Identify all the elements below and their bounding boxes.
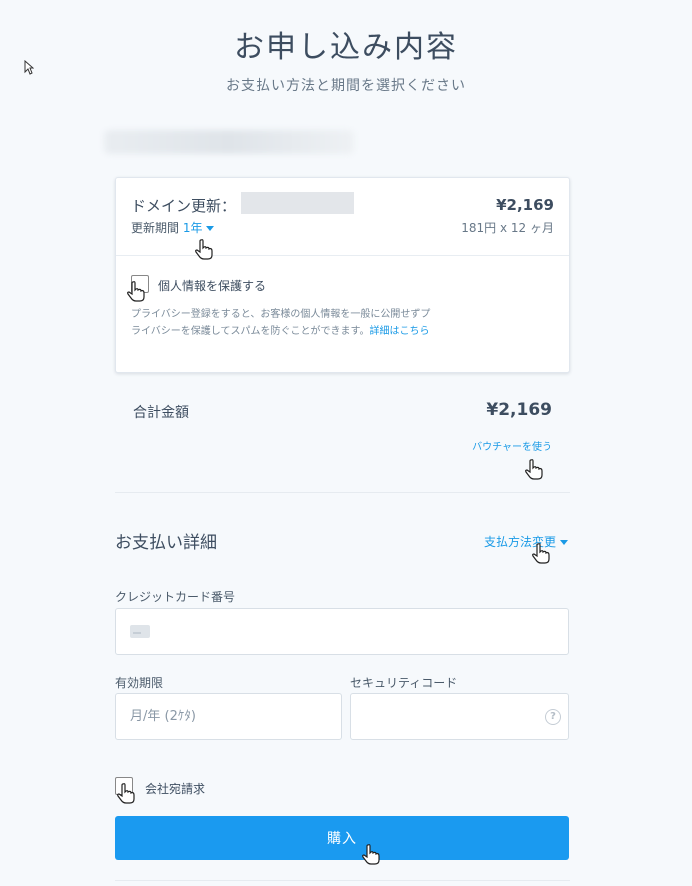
blurred-domain-name <box>104 130 354 154</box>
period-value: 1年 <box>182 221 203 235</box>
company-billing-checkbox[interactable] <box>115 777 133 795</box>
voucher-link[interactable]: バウチャーを使う <box>472 438 552 453</box>
page-subtitle: お支払い方法と期間を選択ください <box>226 78 466 94</box>
change-payment-method[interactable]: 支払方法変更 <box>484 533 568 550</box>
chevron-down-icon <box>560 540 568 545</box>
renewal-label: ドメイン更新： <box>131 197 237 215</box>
card-number-label: クレジットカード番号 <box>115 590 236 604</box>
privacy-label: 個人情報を保護する <box>158 279 267 293</box>
security-code-label: セキュリティコード <box>350 676 458 690</box>
total-price: ¥2,169 <box>486 400 552 420</box>
hand-pointer-icon <box>525 459 543 480</box>
privacy-description: プライバシー登録をすると、お客様の個人情報を一般に公開せずプライバシーを保護して… <box>131 306 431 340</box>
change-method-label: 支払方法変更 <box>483 535 556 549</box>
expiry-input[interactable] <box>115 693 342 740</box>
privacy-details-link[interactable]: 詳細はこちら <box>370 326 430 337</box>
period-label: 更新期間 <box>131 221 180 235</box>
renewal-price: ¥2,169 <box>496 196 554 214</box>
credit-card-icon <box>130 625 150 638</box>
security-code-input[interactable] <box>350 693 569 740</box>
chevron-down-icon <box>206 226 215 231</box>
monthly-breakdown: 181円 x 12 ヶ月 <box>461 221 554 235</box>
renewal-card: ドメイン更新： ¥2,169 更新期間 1年 181円 x 12 ヶ月 個人情報… <box>115 177 570 373</box>
privacy-checkbox[interactable] <box>131 275 149 293</box>
card-number-input[interactable] <box>115 608 569 655</box>
purchase-button[interactable]: 購入 <box>115 816 569 860</box>
payment-title: お支払い詳細 <box>115 533 217 553</box>
total-label: 合計金額 <box>133 405 189 421</box>
section-divider <box>115 492 570 493</box>
bottom-divider <box>115 880 570 881</box>
expiry-label: 有効期限 <box>115 676 164 690</box>
period-select[interactable]: 1年 <box>183 221 215 235</box>
card-divider <box>116 255 569 256</box>
company-billing-label: 会社宛請求 <box>145 782 206 796</box>
help-icon[interactable]: ? <box>545 709 561 725</box>
renewal-period: 更新期間 1年 <box>131 219 215 236</box>
blurred-domain-field <box>241 192 354 214</box>
page-title: お申し込み内容 <box>234 30 458 65</box>
